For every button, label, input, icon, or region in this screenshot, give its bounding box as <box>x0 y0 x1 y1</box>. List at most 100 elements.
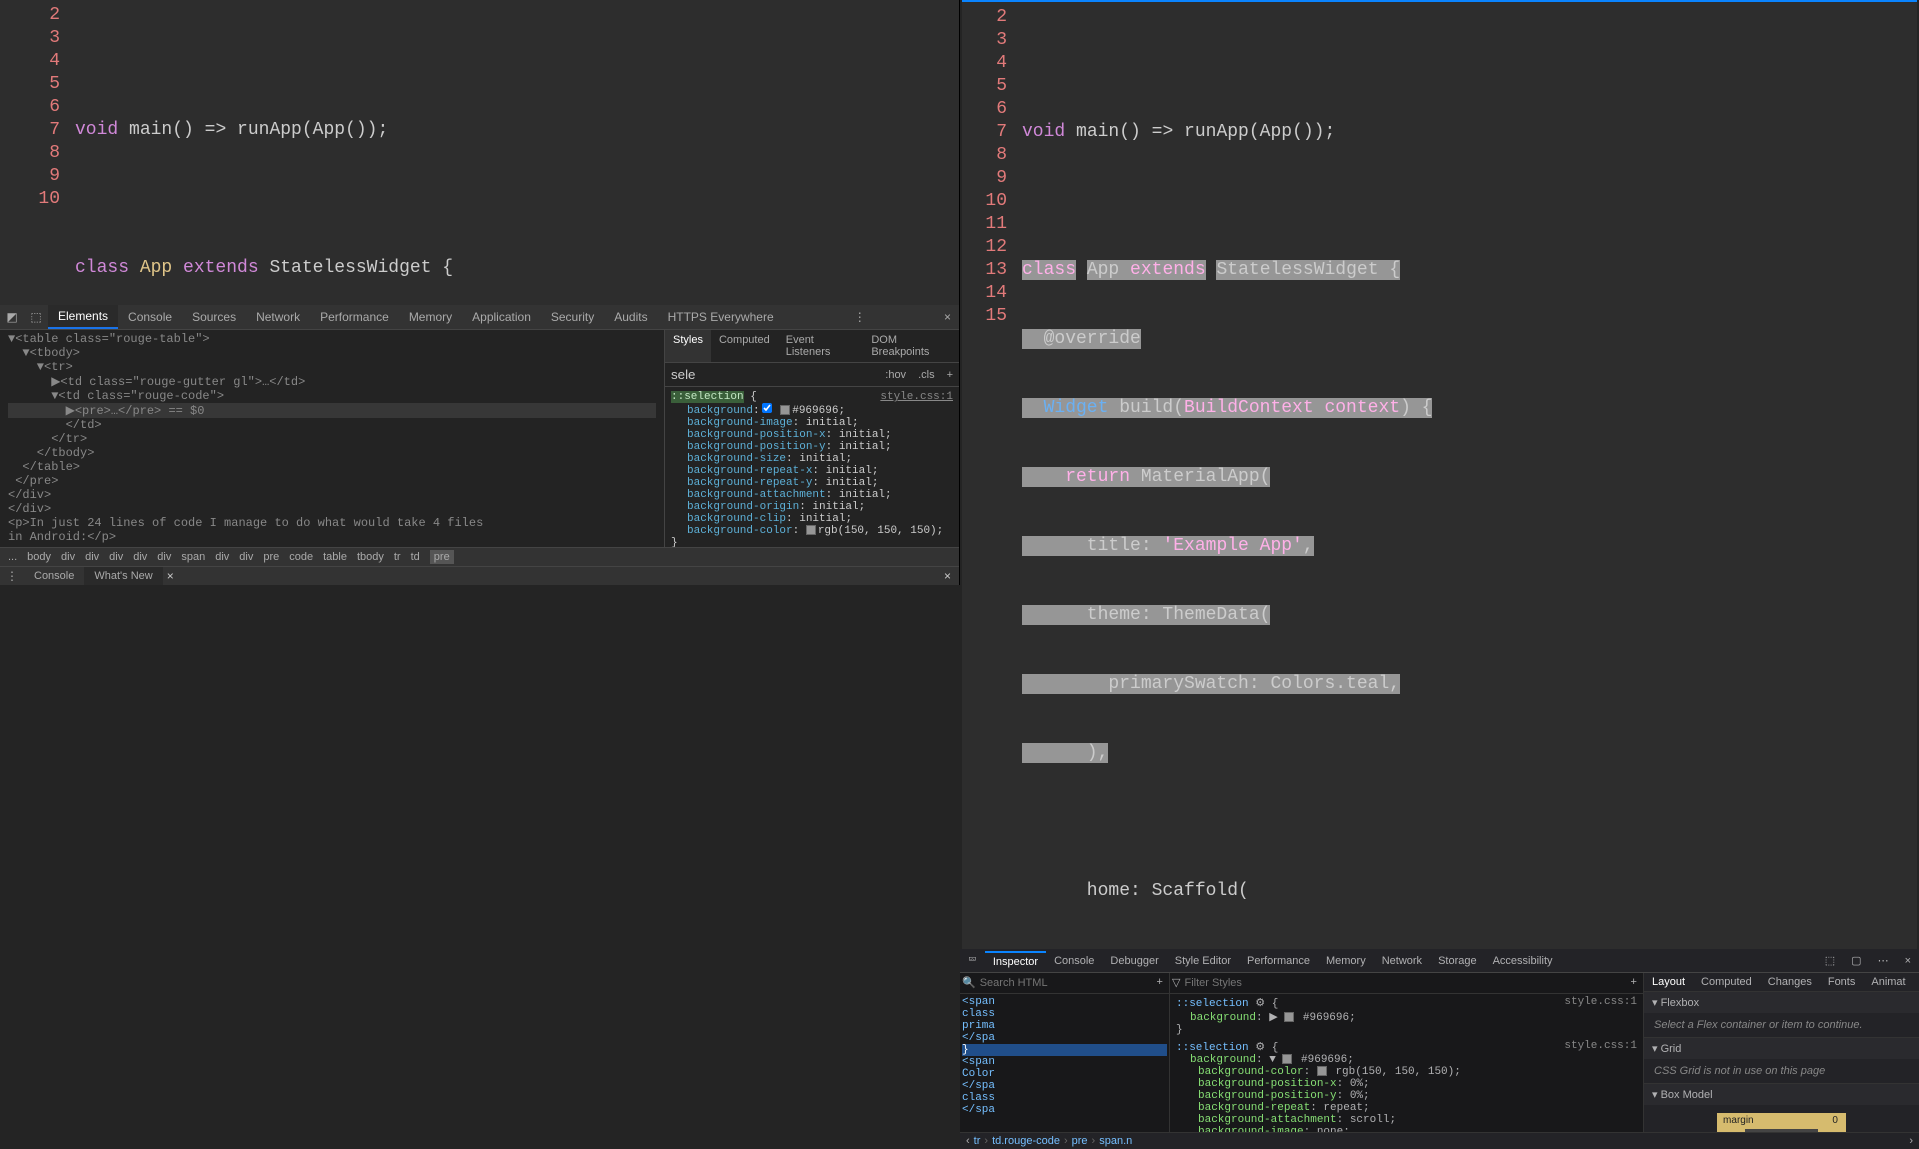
ff-dom-tree[interactable]: <span class prima </spa } <span Color </… <box>960 994 1169 1118</box>
ff-close-icon[interactable]: × <box>1897 952 1919 970</box>
right-code[interactable]: void main() => runApp(App()); class App … <box>1022 6 1917 949</box>
right-code-editor[interactable]: 23456789101112131415 void main() => runA… <box>962 2 1917 949</box>
dom-line[interactable]: </pre> <box>8 474 656 488</box>
dom-line-selected[interactable]: ▶<pre>…</pre> == $0 <box>8 403 656 418</box>
tab-memory[interactable]: Memory <box>399 306 462 328</box>
chrome-devtools: ◩ ⬚ Elements Console Sources Network Per… <box>0 305 959 585</box>
drawer-tab-close-icon[interactable]: × <box>163 569 178 583</box>
ff-rules-panel: ▽ + style.css:1::selection ⚙ { backgroun… <box>1170 973 1644 1132</box>
grid-msg: CSS Grid is not in use on this page <box>1644 1059 1919 1083</box>
ff-changes-tab[interactable]: Changes <box>1760 973 1820 991</box>
left-code-editor[interactable]: 2345678910 void main() => runApp(App());… <box>0 0 959 305</box>
ff-breadcrumb[interactable]: ‹ tr› td.rouge-code› pre› span.n › <box>960 1132 1919 1149</box>
tab-console[interactable]: Console <box>118 306 182 328</box>
tab-https[interactable]: HTTPS Everywhere <box>658 306 784 328</box>
dom-line[interactable]: ▶<td class="rouge-gutter gl">…</td> <box>8 374 656 389</box>
left-gutter: 2345678910 <box>0 4 75 305</box>
flexbox-section-head[interactable]: ▾ Flexbox <box>1644 992 1919 1013</box>
listeners-tab[interactable]: Event Listeners <box>778 330 864 362</box>
rule-source[interactable]: style.css:1 <box>880 391 953 403</box>
dom-line[interactable]: </div> <box>8 488 656 502</box>
firefox-devtools: ⮹ Inspector Console Debugger Style Edito… <box>960 949 1919 1149</box>
cls-button[interactable]: .cls <box>912 369 941 381</box>
dom-line[interactable]: </tr> <box>8 432 656 446</box>
devtools-menu-icon[interactable]: ⋮ <box>846 310 874 324</box>
dom-line[interactable]: </td> <box>8 418 656 432</box>
tab-application[interactable]: Application <box>462 306 541 328</box>
ff-animations-tab[interactable]: Animat <box>1863 973 1913 991</box>
device-icon[interactable]: ⬚ <box>24 310 48 324</box>
dom-line[interactable]: ▼<tbody> <box>8 346 656 360</box>
ff-tab-accessibility[interactable]: Accessibility <box>1485 952 1561 970</box>
ff-computed-tab[interactable]: Computed <box>1693 973 1760 991</box>
drawer-whatsnew-tab[interactable]: What's New <box>84 567 162 585</box>
boxmodel-diagram[interactable]: margin 0 border <box>1644 1105 1919 1132</box>
color-swatch[interactable] <box>806 525 816 535</box>
dom-line[interactable]: ▼<table class="rouge-table"> <box>8 332 656 346</box>
dom-line[interactable]: in Android:</p> <box>8 530 656 544</box>
ff-tab-storage[interactable]: Storage <box>1430 952 1485 970</box>
drawer-console-tab[interactable]: Console <box>24 567 84 585</box>
tab-network[interactable]: Network <box>246 306 310 328</box>
ff-add-icon[interactable]: + <box>1152 977 1167 989</box>
devtools-tabs: ◩ ⬚ Elements Console Sources Network Per… <box>0 305 959 330</box>
ff-tab-inspector[interactable]: Inspector <box>985 951 1046 971</box>
tab-security[interactable]: Security <box>541 306 604 328</box>
ff-color-swatch[interactable] <box>1282 1054 1292 1064</box>
add-rule-icon[interactable]: + <box>941 369 959 381</box>
dom-line[interactable]: </div> <box>8 502 656 516</box>
prop-toggle[interactable] <box>762 403 772 413</box>
boxmodel-section-head[interactable]: ▾ Box Model <box>1644 1084 1919 1105</box>
drawer-close-icon[interactable]: × <box>936 569 959 583</box>
styles-tab[interactable]: Styles <box>665 330 711 362</box>
breadcrumb[interactable]: ...bodydivdivdivdivdivspandivdivprecodet… <box>0 547 959 566</box>
left-code[interactable]: void main() => runApp(App()); class App … <box>75 4 959 305</box>
ff-dock-icon[interactable]: ▢ <box>1843 951 1869 970</box>
ff-rdm-icon[interactable]: ⬚ <box>1817 951 1843 970</box>
dom-line[interactable]: ▼<td class="rouge-code"> <box>8 389 656 403</box>
breakpoints-tab[interactable]: DOM Breakpoints <box>863 330 959 362</box>
inspect-icon[interactable]: ◩ <box>0 310 24 324</box>
ff-tab-performance[interactable]: Performance <box>1239 952 1318 970</box>
ff-crumb-prev-icon[interactable]: ‹ <box>966 1135 970 1147</box>
ff-pick-icon[interactable]: ⮹ <box>960 951 985 970</box>
dom-tree[interactable]: ▼<table class="rouge-table"> ▼<tbody> ▼<… <box>0 330 664 547</box>
ff-color-swatch[interactable] <box>1284 1012 1294 1022</box>
tab-sources[interactable]: Sources <box>182 306 246 328</box>
dom-line[interactable]: </tbody> <box>8 446 656 460</box>
flexbox-msg: Select a Flex container or item to conti… <box>1644 1013 1919 1037</box>
ff-more-icon[interactable]: ⋯ <box>1870 951 1897 970</box>
tab-audits[interactable]: Audits <box>604 306 657 328</box>
drawer-menu-icon[interactable]: ⋮ <box>0 569 24 583</box>
ff-devtools-tabs: ⮹ Inspector Console Debugger Style Edito… <box>960 949 1919 973</box>
ff-add-rule-icon[interactable]: + <box>1626 977 1641 989</box>
tab-elements[interactable]: Elements <box>48 305 118 329</box>
hov-button[interactable]: :hov <box>879 369 912 381</box>
ff-color-swatch[interactable] <box>1317 1066 1327 1076</box>
computed-tab[interactable]: Computed <box>711 330 778 362</box>
css-rules[interactable]: style.css:1::selection { background: #96… <box>665 387 959 547</box>
ff-tab-network[interactable]: Network <box>1374 952 1430 970</box>
ff-layout-tab[interactable]: Layout <box>1644 973 1693 991</box>
ff-css-rules[interactable]: style.css:1::selection ⚙ { background: ▶… <box>1170 994 1643 1132</box>
color-swatch[interactable] <box>780 405 790 415</box>
styles-filter-input[interactable] <box>665 363 879 386</box>
dom-line[interactable]: ▼<tr> <box>8 360 656 374</box>
grid-section-head[interactable]: ▾ Grid <box>1644 1038 1919 1059</box>
ff-filter-input[interactable] <box>1180 975 1626 991</box>
ff-tab-memory[interactable]: Memory <box>1318 952 1374 970</box>
dom-line[interactable]: <p>In just 24 lines of code I manage to … <box>8 516 656 530</box>
ff-dom-panel: 🔍 + <span class prima </spa } <span Colo… <box>960 973 1170 1132</box>
ff-tab-debugger[interactable]: Debugger <box>1102 952 1166 970</box>
dom-line[interactable]: </table> <box>8 460 656 474</box>
ff-fonts-tab[interactable]: Fonts <box>1820 973 1864 991</box>
devtools-close-icon[interactable]: × <box>936 310 959 324</box>
ff-tab-console[interactable]: Console <box>1046 952 1102 970</box>
styles-panel: Styles Computed Event Listeners DOM Brea… <box>664 330 959 547</box>
ff-search-icon: 🔍 <box>962 976 976 990</box>
ff-tab-styleeditor[interactable]: Style Editor <box>1167 952 1239 970</box>
ff-search-input[interactable] <box>976 975 1153 991</box>
ff-crumb-next-icon[interactable]: › <box>1909 1135 1913 1147</box>
tab-performance[interactable]: Performance <box>310 306 399 328</box>
ff-filter-icon: ▽ <box>1172 976 1180 990</box>
